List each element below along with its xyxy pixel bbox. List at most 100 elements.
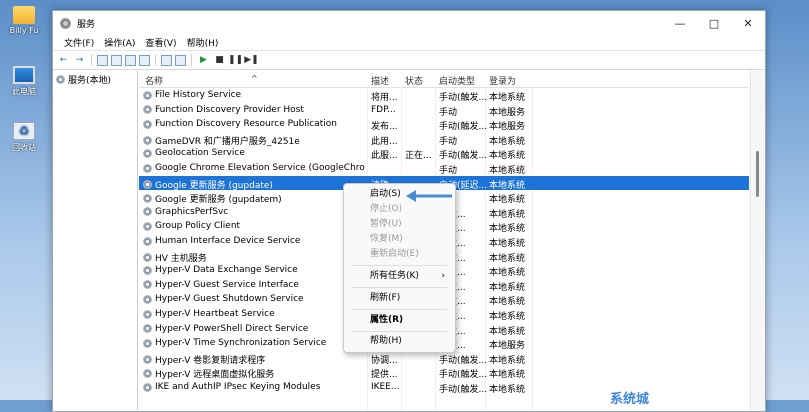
maximize-button[interactable]: □ [697,11,731,35]
stop-service-icon[interactable]: ■ [213,54,226,66]
cell-name: File History Service [143,90,365,100]
console-tree-icon[interactable] [97,54,108,66]
service-name: Hyper-V Guest Service Interface [155,279,299,290]
table-row[interactable]: Geolocation Service 此服... 正在... 手动(触发... 本地系… [139,146,749,161]
cell-name: Group Policy Client [143,221,365,231]
cell-logon: 本地系统 [489,224,526,235]
cell-name: IKE and AuthIP IPsec Keying Modules [143,382,365,392]
cell-logon: 本地系统 [489,312,526,322]
services-gear-icon [56,75,65,84]
column-header-name[interactable]: 名称 [145,74,163,87]
table-row[interactable]: Hyper-V 远程桌面虚拟化服务 提供... 手动(触发... 本地系统 [139,365,749,380]
service-gear-icon [143,105,152,115]
context-menu-properties[interactable]: 属性(R) [344,313,455,328]
toolbar-separator [91,54,92,66]
menu-item-label: 刷新(F) [370,293,401,303]
scrollbar-thumb[interactable] [756,151,759,197]
service-name: Hyper-V 远程桌面虚拟化服务 [155,370,275,381]
service-name: GameDVR 和广播用户服务_4251e [155,136,300,147]
context-menu-refresh[interactable]: 刷新(F) [344,291,455,306]
desktop-icon-recycle-bin[interactable]: ♻ 回收站 [4,122,44,153]
service-gear-icon [143,294,152,304]
menu-item-label: 启动(S) [370,189,401,199]
cell-logon: 本地系统 [489,355,526,366]
menu-file[interactable]: 文件(F) [59,36,99,49]
forward-arrow-icon[interactable]: → [73,54,86,66]
column-header-startup-type[interactable]: 启动类型 [439,74,475,87]
submenu-chevron-icon: › [441,271,445,281]
menu-action[interactable]: 操作(A) [99,36,140,49]
tree-item-services-local[interactable]: 服务(本地) [53,71,137,88]
desktop-icon-this-pc[interactable]: 此电脑 [4,66,44,97]
cell-desc: 发布... [371,122,398,133]
cell-name: Google 更新服务 (gupdate) [143,178,365,191]
export-list-icon[interactable] [139,54,150,66]
column-header-description[interactable]: 描述 [371,74,389,87]
refresh-icon[interactable] [125,54,136,66]
minimize-button[interactable]: — [663,11,697,35]
close-button[interactable]: ✕ [731,11,765,35]
cell-desc: 将用... [371,93,398,103]
back-arrow-icon[interactable]: ← [57,54,70,66]
service-gear-icon [143,194,152,204]
menu-item-label: 暂停(U) [370,219,402,229]
computer-icon [13,66,35,84]
pause-service-icon[interactable]: ❚❚ [228,54,243,66]
sort-ascending-icon: ^ [251,74,258,83]
title-bar[interactable]: 服务 — □ ✕ [53,11,765,35]
cell-name: Google 更新服务 (gupdatem) [143,192,365,205]
cell-startup: 手动 [439,107,458,118]
vertical-scrollbar[interactable] [750,71,765,411]
service-gear-icon [143,148,152,158]
service-gear-icon [143,90,152,100]
cell-logon: 本地系统 [489,151,526,162]
table-row[interactable]: Function Discovery Provider Host FDP... 手动… [139,103,749,118]
cell-logon: 本地系统 [489,370,526,381]
watermark: 系统城 [610,392,650,407]
properties-list-icon[interactable] [111,54,122,66]
cell-desc: 协调... [371,355,398,366]
service-gear-icon [143,280,152,290]
service-name: IKE and AuthIP IPsec Keying Modules [155,382,321,392]
cell-logon: 本地服务 [489,107,526,118]
cell-logon: 本地系统 [489,385,526,395]
view-icon[interactable] [175,54,186,66]
menu-view[interactable]: 查看(V) [140,36,181,49]
table-row[interactable]: IKE and AuthIP IPsec Keying Modules IKEE.… [139,380,749,395]
table-row[interactable]: Function Discovery Resource Publication 发… [139,117,749,132]
table-row[interactable]: Google Chrome Elevation Service (GoogleC… [139,161,749,176]
service-gear-icon [143,324,152,334]
restart-service-icon[interactable]: ▶❚ [244,54,258,66]
cell-startup: 手动(触发... [439,385,487,395]
desktop-icon-user-folder[interactable]: Billy Fu [4,6,44,35]
menu-help[interactable]: 帮助(H) [182,36,224,49]
cell-logon: 本地系统 [489,239,526,249]
help-icon[interactable] [161,54,172,66]
cell-name: Hyper-V Data Exchange Service [143,265,365,275]
table-row[interactable]: File History Service 将用... 手动(触发... 本地系统 [139,88,749,103]
context-menu: 启动(S) 停止(O) 暂停(U) 恢复(M) 重新启动(E) 所有任务(K) ›… [343,183,456,353]
start-service-icon[interactable]: ▶ [197,54,210,66]
column-header-log-on-as[interactable]: 登录为 [489,74,516,87]
context-menu-resume: 恢复(M) [344,232,455,247]
context-menu-help[interactable]: 帮助(H) [344,334,455,349]
cell-desc: 提供... [371,370,398,381]
context-menu-all-tasks[interactable]: 所有任务(K) › [344,269,455,284]
context-menu-pause: 暂停(U) [344,217,455,232]
cell-name: Hyper-V Time Synchronization Service [143,338,365,348]
cell-logon: 本地系统 [489,166,526,176]
cell-desc: 此服... [371,151,398,162]
cell-startup: 手动 [439,166,458,176]
window-title: 服务 [77,19,96,30]
services-app-icon [60,17,71,29]
cell-startup: 手动 [439,136,458,147]
cell-logon: 本地系统 [489,209,526,220]
table-row[interactable]: GameDVR 和广播用户服务_4251e 此用... 手动 本地系统 [139,132,749,147]
service-gear-icon [143,207,152,217]
toolbar: ← → ▶ ■ ❚❚ ▶❚ [53,50,765,70]
desktop-icon-label: 此电脑 [12,87,36,96]
cell-name: Hyper-V Guest Shutdown Service [143,294,365,304]
column-header-status[interactable]: 状态 [405,74,423,87]
cell-logon: 本地系统 [489,195,526,206]
service-name: Hyper-V Data Exchange Service [155,265,298,276]
